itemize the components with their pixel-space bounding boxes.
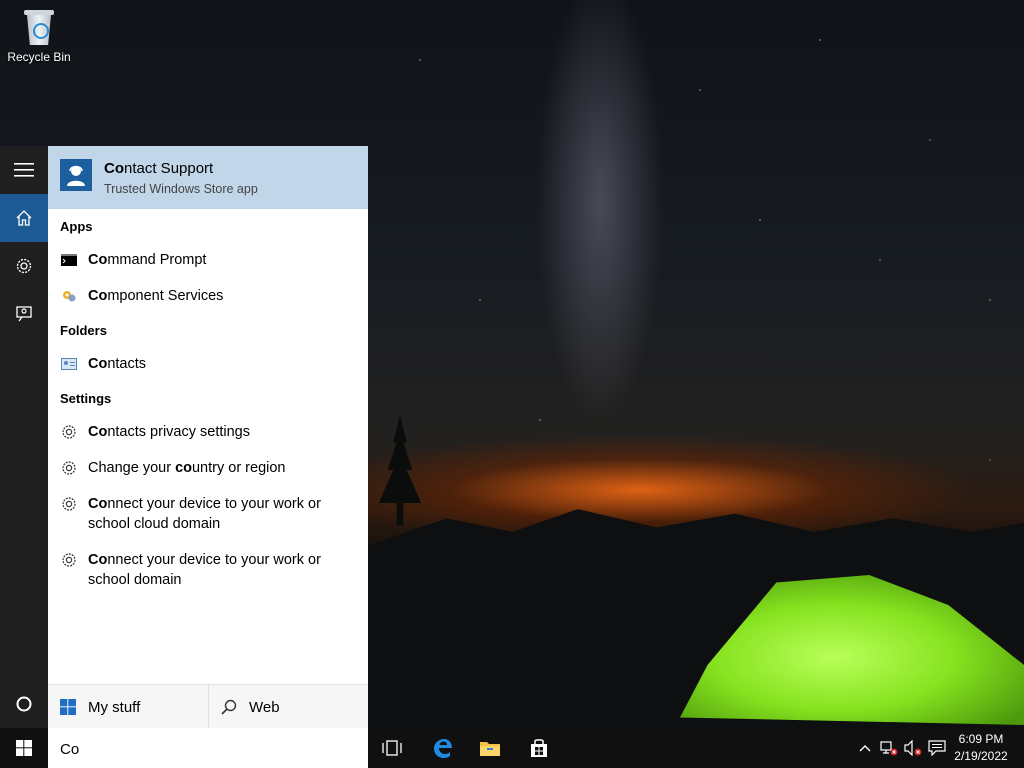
apps-header: Apps <box>60 219 93 234</box>
start-button[interactable] <box>0 728 48 768</box>
contact-support-icon <box>60 159 92 191</box>
clock-time: 6:09 PM <box>958 732 1004 746</box>
best-match-title: Contact Support <box>104 160 214 177</box>
store-icon <box>531 739 547 757</box>
chevron-up-icon <box>859 745 871 752</box>
search-input[interactable] <box>58 736 362 762</box>
settings-button[interactable] <box>0 242 48 290</box>
result-contacts-folder[interactable]: Contacts <box>60 354 360 374</box>
clock[interactable]: 6:09 PM 2/19/2022 <box>950 731 1012 765</box>
show-hidden-icons-button[interactable] <box>856 728 874 768</box>
taskbar: 6:09 PM 2/19/2022 <box>0 728 1024 768</box>
result-change-country-region[interactable]: Change your country or region <box>60 458 360 478</box>
start-menu-rail <box>0 146 48 728</box>
search-icon <box>221 699 237 715</box>
command-prompt-icon <box>60 251 78 269</box>
my-stuff-button[interactable]: My stuff <box>48 685 209 729</box>
file-explorer-icon <box>480 742 500 756</box>
web-label: Web <box>249 698 280 716</box>
volume-muted-icon <box>904 740 922 756</box>
cortana-button[interactable] <box>0 680 48 728</box>
feedback-button[interactable] <box>0 290 48 338</box>
result-contacts-privacy-settings[interactable]: Contacts privacy settings <box>60 422 360 442</box>
store-button[interactable] <box>515 728 563 768</box>
desktop-icon-recycle-bin[interactable]: Recycle Bin <box>4 6 74 64</box>
recycle-bin-icon <box>22 6 56 46</box>
file-explorer-button[interactable] <box>466 728 514 768</box>
search-scope-tabs: My stuff Web <box>48 684 368 729</box>
edge-button[interactable] <box>418 728 466 768</box>
network-icon <box>880 741 898 756</box>
action-center-icon <box>928 740 946 756</box>
home-icon <box>16 210 32 226</box>
task-view-button[interactable] <box>368 728 416 768</box>
task-view-icon <box>382 740 402 756</box>
gear-icon <box>60 459 78 477</box>
gear-icon <box>60 495 78 513</box>
edge-icon <box>434 739 452 758</box>
best-match-subtitle: Trusted Windows Store app <box>104 182 258 196</box>
contacts-folder-icon <box>60 355 78 373</box>
windows-logo-icon <box>60 699 76 715</box>
result-command-prompt[interactable]: Command Prompt <box>60 250 360 270</box>
hamburger-menu-button[interactable] <box>0 146 48 194</box>
recycle-bin-label: Recycle Bin <box>7 50 71 64</box>
gear-icon <box>60 423 78 441</box>
feedback-icon <box>16 306 32 322</box>
my-stuff-label: My stuff <box>88 698 141 716</box>
best-match-result[interactable]: Contact Support Trusted Windows Store ap… <box>48 146 368 209</box>
search-results-panel: Contact Support Trusted Windows Store ap… <box>48 146 368 729</box>
result-connect-cloud-domain[interactable]: Connect your device to your work or scho… <box>60 494 360 534</box>
clock-date: 2/19/2022 <box>954 749 1008 763</box>
component-services-icon <box>60 287 78 305</box>
folders-header: Folders <box>60 323 107 338</box>
network-button[interactable] <box>878 728 900 768</box>
volume-button[interactable] <box>902 728 924 768</box>
windows-logo-icon <box>16 740 32 756</box>
result-component-services[interactable]: Component Services <box>60 286 360 306</box>
home-button[interactable] <box>0 194 48 242</box>
action-center-button[interactable] <box>926 728 948 768</box>
gear-icon <box>60 551 78 569</box>
gear-icon <box>16 258 32 274</box>
settings-header: Settings <box>60 391 112 406</box>
hamburger-icon <box>14 163 34 177</box>
web-button[interactable]: Web <box>209 685 368 729</box>
result-connect-domain[interactable]: Connect your device to your work or scho… <box>60 550 360 590</box>
cortana-circle-icon <box>16 696 32 712</box>
search-box[interactable] <box>48 728 368 768</box>
